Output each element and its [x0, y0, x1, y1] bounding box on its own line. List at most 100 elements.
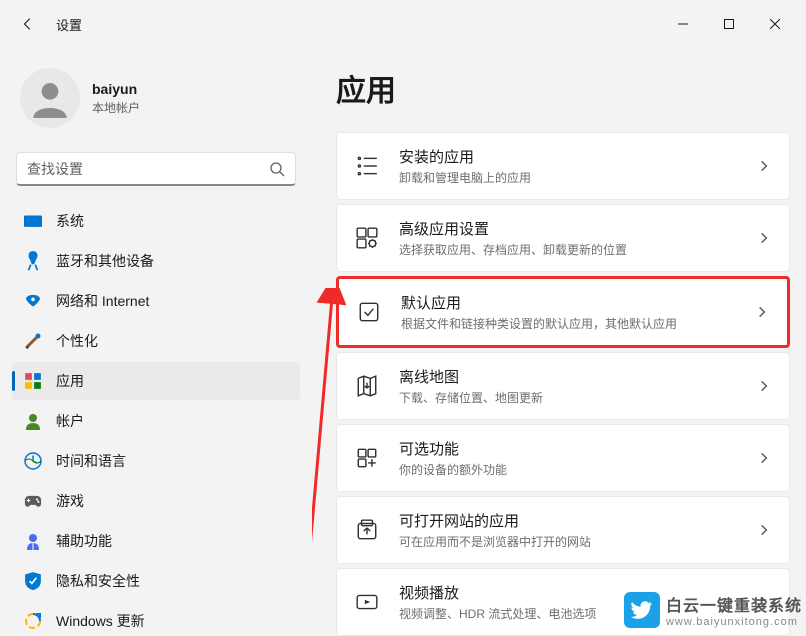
card-body: 默认应用根据文件和链接种类设置的默认应用，其他默认应用	[401, 292, 755, 332]
sidebar-item-1[interactable]: 蓝牙和其他设备	[12, 242, 300, 280]
sidebar-item-label: 蓝牙和其他设备	[56, 251, 154, 271]
nav-icon	[24, 212, 42, 230]
card-title: 高级应用设置	[399, 218, 757, 239]
page-title: 应用	[336, 66, 790, 110]
nav-icon	[24, 532, 42, 550]
card-title: 可打开网站的应用	[399, 510, 757, 531]
sidebar-item-7[interactable]: 游戏	[12, 482, 300, 520]
card-subtitle: 可在应用而不是浏览器中打开的网站	[399, 533, 757, 550]
card-title: 离线地图	[399, 366, 757, 387]
sidebar-item-label: 时间和语言	[56, 451, 126, 471]
card-icon	[355, 446, 379, 470]
card-title: 默认应用	[401, 292, 755, 313]
profile-account-type: 本地帐户	[92, 99, 140, 116]
nav-icon	[24, 252, 42, 270]
card-icon	[357, 300, 381, 324]
sidebar-item-label: 辅助功能	[56, 531, 112, 551]
settings-card-2[interactable]: 默认应用根据文件和链接种类设置的默认应用，其他默认应用	[336, 276, 790, 348]
minimize-icon	[678, 19, 688, 29]
chevron-right-icon	[757, 451, 771, 465]
sidebar-item-2[interactable]: 网络和 Internet	[12, 282, 300, 320]
search-icon	[269, 161, 285, 177]
sidebar-item-label: Windows 更新	[56, 611, 145, 631]
nav-icon	[24, 292, 42, 310]
card-subtitle: 根据文件和链接种类设置的默认应用，其他默认应用	[401, 315, 755, 332]
titlebar: 设置	[0, 0, 806, 48]
card-icon	[355, 226, 379, 250]
search-box[interactable]	[16, 152, 296, 186]
arrow-left-icon	[21, 17, 35, 31]
sidebar-item-label: 游戏	[56, 491, 84, 511]
card-title: 可选功能	[399, 438, 757, 459]
avatar	[20, 68, 80, 128]
window-title: 设置	[56, 15, 82, 34]
bird-icon	[631, 599, 653, 621]
sidebar: baiyun 本地帐户 系统蓝牙和其他设备网络和 Internet 个性化应用帐户…	[0, 48, 312, 636]
sidebar-item-label: 隐私和安全性	[56, 571, 140, 591]
nav-list: 系统蓝牙和其他设备网络和 Internet 个性化应用帐户时间和语言游戏辅助功能隐…	[12, 202, 300, 636]
nav-icon	[24, 492, 42, 510]
close-button[interactable]	[752, 8, 798, 40]
nav-icon	[24, 612, 42, 630]
window-controls	[660, 8, 798, 40]
nav-icon	[24, 572, 42, 590]
card-subtitle: 你的设备的额外功能	[399, 461, 757, 478]
chevron-right-icon	[757, 379, 771, 393]
sidebar-item-label: 帐户	[56, 411, 84, 431]
card-subtitle: 卸载和管理电脑上的应用	[399, 169, 757, 186]
watermark-text: 白云一键重装系统 www.baiyunxitong.com	[666, 592, 802, 628]
card-body: 离线地图下载、存储位置、地图更新	[399, 366, 757, 406]
minimize-button[interactable]	[660, 8, 706, 40]
sidebar-item-label: 系统	[56, 211, 84, 231]
settings-card-4[interactable]: 可选功能你的设备的额外功能	[336, 424, 790, 492]
cards-list: 安装的应用卸载和管理电脑上的应用高级应用设置选择获取应用、存档应用、卸载更新的位…	[336, 132, 790, 636]
profile-text: baiyun 本地帐户	[92, 81, 140, 116]
nav-icon	[24, 452, 42, 470]
watermark-line1: 白云一键重装系统	[666, 592, 802, 616]
sidebar-item-label: 个性化	[56, 331, 98, 351]
nav-icon	[24, 372, 42, 390]
nav-icon	[24, 332, 42, 350]
sidebar-item-label: 网络和 Internet	[56, 291, 149, 311]
main-content: 应用 安装的应用卸载和管理电脑上的应用高级应用设置选择获取应用、存档应用、卸载更…	[312, 48, 806, 636]
card-body: 高级应用设置选择获取应用、存档应用、卸载更新的位置	[399, 218, 757, 258]
watermark-badge	[624, 592, 660, 628]
card-body: 可选功能你的设备的额外功能	[399, 438, 757, 478]
chevron-right-icon	[757, 231, 771, 245]
chevron-right-icon	[755, 305, 769, 319]
sidebar-item-0[interactable]: 系统	[12, 202, 300, 240]
close-icon	[770, 19, 780, 29]
search-input[interactable]	[27, 161, 269, 177]
card-title: 安装的应用	[399, 146, 757, 167]
watermark: 白云一键重装系统 www.baiyunxitong.com	[620, 590, 806, 630]
card-icon	[355, 154, 379, 178]
settings-card-1[interactable]: 高级应用设置选择获取应用、存档应用、卸载更新的位置	[336, 204, 790, 272]
card-body: 可打开网站的应用可在应用而不是浏览器中打开的网站	[399, 510, 757, 550]
sidebar-item-10[interactable]: Windows 更新	[12, 602, 300, 636]
sidebar-item-6[interactable]: 时间和语言	[12, 442, 300, 480]
sidebar-item-4[interactable]: 应用	[12, 362, 300, 400]
settings-card-5[interactable]: 可打开网站的应用可在应用而不是浏览器中打开的网站	[336, 496, 790, 564]
sidebar-item-label: 应用	[56, 371, 84, 391]
card-icon	[355, 518, 379, 542]
sidebar-item-3[interactable]: 个性化	[12, 322, 300, 360]
profile-block[interactable]: baiyun 本地帐户	[12, 60, 300, 144]
chevron-right-icon	[757, 523, 771, 537]
card-body: 安装的应用卸载和管理电脑上的应用	[399, 146, 757, 186]
card-subtitle: 下载、存储位置、地图更新	[399, 389, 757, 406]
settings-card-0[interactable]: 安装的应用卸载和管理电脑上的应用	[336, 132, 790, 200]
maximize-icon	[724, 19, 734, 29]
maximize-button[interactable]	[706, 8, 752, 40]
watermark-line2: www.baiyunxitong.com	[666, 616, 802, 628]
nav-icon	[24, 412, 42, 430]
back-button[interactable]	[8, 4, 48, 44]
person-icon	[30, 78, 70, 118]
sidebar-item-5[interactable]: 帐户	[12, 402, 300, 440]
profile-name: baiyun	[92, 81, 140, 97]
card-icon	[355, 374, 379, 398]
card-icon	[355, 590, 379, 614]
settings-card-3[interactable]: 离线地图下载、存储位置、地图更新	[336, 352, 790, 420]
card-subtitle: 选择获取应用、存档应用、卸载更新的位置	[399, 241, 757, 258]
sidebar-item-9[interactable]: 隐私和安全性	[12, 562, 300, 600]
sidebar-item-8[interactable]: 辅助功能	[12, 522, 300, 560]
